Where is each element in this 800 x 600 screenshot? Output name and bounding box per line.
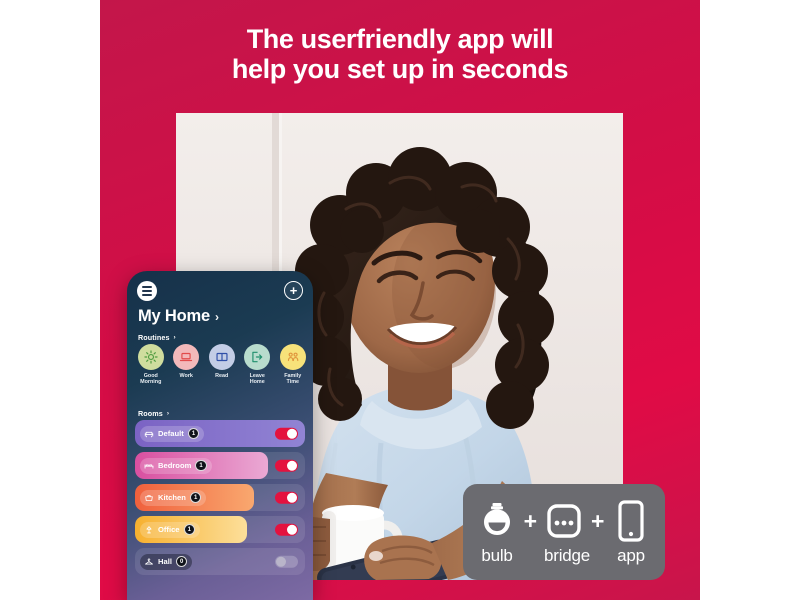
promo-canvas: The userfriendly app will help you set u…	[0, 0, 800, 600]
room-light-count: 1	[189, 491, 202, 504]
room-chip: Hall 0	[140, 553, 193, 570]
routines-label: Routines	[138, 333, 170, 342]
light-bulb-icon	[483, 503, 510, 535]
room-light-count: 1	[195, 459, 207, 472]
combo-label-row: bulb bridge app	[477, 546, 651, 566]
combo-icon-row: + +	[477, 498, 652, 544]
room-row-office[interactable]: Office 1	[135, 516, 305, 543]
sofa-icon	[144, 431, 154, 437]
routines-row: Good Morning Work Read Leave Home Family…	[133, 344, 313, 385]
plus-separator-2: +	[591, 507, 605, 534]
room-chip: Kitchen 1	[140, 489, 207, 506]
room-row-kitchen[interactable]: Kitchen 1	[135, 484, 305, 511]
bridge-icon-wrap	[544, 503, 584, 539]
sun-icon	[144, 350, 158, 364]
routine-icon-circle	[173, 344, 200, 370]
home-title[interactable]: My Home ›	[138, 307, 219, 326]
bridge-device-icon	[547, 504, 581, 538]
room-toggle[interactable]	[275, 427, 298, 440]
room-name: Bedroom	[158, 461, 192, 470]
room-light-count: 1	[187, 427, 200, 440]
routine-label: Family Time	[284, 373, 302, 386]
lamp-icon	[146, 525, 152, 533]
room-toggle[interactable]	[275, 491, 298, 504]
routine-icon-circle	[208, 344, 235, 370]
room-toggle[interactable]	[275, 523, 298, 536]
routine-work[interactable]: Work	[169, 344, 205, 385]
bulb-label: bulb	[481, 546, 513, 565]
routine-label: Read	[215, 373, 229, 379]
room-toggle[interactable]	[275, 459, 298, 472]
app-icon-wrap	[611, 500, 651, 542]
room-chip: Bedroom 1	[140, 457, 212, 474]
routine-label: Work	[179, 373, 193, 379]
rooms-label: Rooms	[138, 409, 163, 418]
app-label: app	[617, 546, 645, 565]
routine-icon-circle	[279, 344, 306, 370]
bed-icon	[144, 463, 154, 468]
plus-separator-1: +	[523, 507, 537, 534]
headline-line-2: help you set up in seconds	[231, 54, 569, 84]
room-light-count: 0	[175, 555, 188, 568]
product-combo-card: + + bulb bridge app	[463, 484, 665, 580]
exit-door-icon	[252, 351, 263, 363]
room-chip: Default 1	[140, 425, 205, 442]
routine-leave-home[interactable]: Leave Home	[240, 344, 276, 385]
chevron-right-icon: ›	[166, 410, 170, 417]
routine-good-morning[interactable]: Good Morning	[133, 344, 169, 385]
rooms-section-header[interactable]: Rooms ›	[138, 409, 169, 418]
home-title-text: My Home	[138, 307, 210, 325]
plus-icon[interactable]: +	[284, 281, 303, 300]
room-row-bedroom[interactable]: Bedroom 1	[135, 452, 305, 479]
routine-family-time[interactable]: Family Time	[275, 344, 311, 385]
laptop-icon	[180, 352, 193, 362]
room-toggle[interactable]	[275, 555, 298, 568]
room-name: Kitchen	[158, 493, 186, 502]
chevron-right-icon: ›	[173, 334, 176, 341]
app-phone-mockup: + My Home › Routines › Good Morning Work…	[127, 271, 313, 600]
smartphone-icon	[618, 500, 645, 542]
rooms-list: Default 1 Bedroom 1 Kitchen 1 Office 1 H…	[135, 420, 305, 580]
room-chip: Office 1	[140, 521, 201, 538]
routine-icon-circle	[244, 344, 271, 370]
room-light-count: 1	[183, 523, 196, 536]
routine-label: Leave Home	[249, 373, 265, 386]
app-top-bar: +	[127, 279, 313, 305]
room-name: Default	[158, 429, 184, 438]
room-name: Office	[158, 525, 180, 534]
chevron-right-icon: ›	[214, 309, 219, 324]
room-row-default[interactable]: Default 1	[135, 420, 305, 447]
headline-line-1: The userfriendly app will	[246, 24, 554, 54]
bulb-icon-wrap	[477, 501, 517, 541]
routines-section-header[interactable]: Routines ›	[138, 333, 176, 342]
pot-icon	[145, 494, 153, 501]
people-icon	[287, 352, 299, 362]
room-name: Hall	[158, 557, 172, 566]
routine-icon-circle	[137, 344, 164, 370]
hamburger-icon[interactable]	[137, 281, 157, 301]
page-title: The userfriendly app will help you set u…	[100, 24, 700, 84]
bridge-label: bridge	[544, 546, 591, 565]
routine-label: Good Morning	[140, 373, 162, 386]
routine-read[interactable]: Read	[204, 344, 240, 385]
book-icon	[216, 352, 228, 362]
room-row-hall[interactable]: Hall 0	[135, 548, 305, 575]
hanger-icon	[145, 557, 153, 564]
